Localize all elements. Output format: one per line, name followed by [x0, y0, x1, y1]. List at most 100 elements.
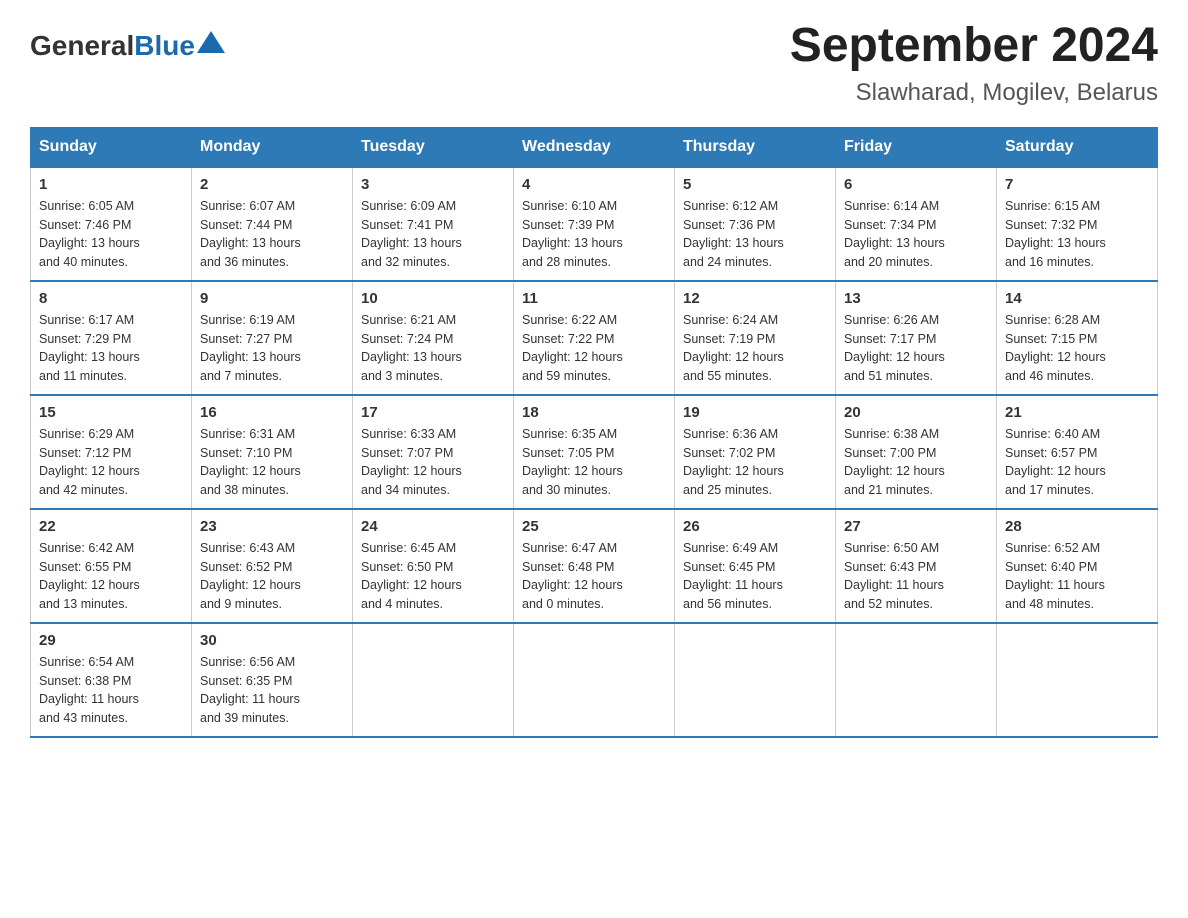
day-number: 14 [1005, 290, 1149, 307]
day-info: Sunrise: 6:28 AM Sunset: 7:15 PM Dayligh… [1005, 311, 1149, 386]
calendar-cell [514, 623, 675, 737]
calendar-cell [997, 623, 1158, 737]
day-number: 6 [844, 176, 988, 193]
calendar-cell: 1Sunrise: 6:05 AM Sunset: 7:46 PM Daylig… [31, 167, 192, 281]
day-info: Sunrise: 6:54 AM Sunset: 6:38 PM Dayligh… [39, 653, 183, 728]
calendar-title: September 2024 [790, 20, 1158, 73]
weekday-header-thursday: Thursday [675, 127, 836, 167]
weekday-header-tuesday: Tuesday [353, 127, 514, 167]
day-number: 10 [361, 290, 505, 307]
day-info: Sunrise: 6:15 AM Sunset: 7:32 PM Dayligh… [1005, 197, 1149, 272]
day-info: Sunrise: 6:50 AM Sunset: 6:43 PM Dayligh… [844, 539, 988, 614]
calendar-cell: 6 Sunrise: 6:14 AM Sunset: 7:34 PM Daylig… [836, 167, 997, 281]
day-info: Sunrise: 6:31 AM Sunset: 7:10 PM Dayligh… [200, 425, 344, 500]
day-number: 28 [1005, 518, 1149, 535]
day-info: Sunrise: 6:19 AM Sunset: 7:27 PM Dayligh… [200, 311, 344, 386]
calendar-cell: 17Sunrise: 6:33 AM Sunset: 7:07 PM Dayli… [353, 395, 514, 509]
day-number: 8 [39, 290, 183, 307]
day-info: Sunrise: 6:14 AM Sunset: 7:34 PM Dayligh… [844, 197, 988, 272]
calendar-cell: 19 Sunrise: 6:36 AM Sunset: 7:02 PM Dayli… [675, 395, 836, 509]
day-number: 16 [200, 404, 344, 421]
calendar-cell: 27 Sunrise: 6:50 AM Sunset: 6:43 PM Dayli… [836, 509, 997, 623]
weekday-header-sunday: Sunday [31, 127, 192, 167]
day-number: 13 [844, 290, 988, 307]
calendar-cell: 13 Sunrise: 6:26 AM Sunset: 7:17 PM Dayli… [836, 281, 997, 395]
day-number: 9 [200, 290, 344, 307]
calendar-cell: 24 Sunrise: 6:45 AM Sunset: 6:50 PM Dayli… [353, 509, 514, 623]
weekday-header-friday: Friday [836, 127, 997, 167]
day-info: Sunrise: 6:49 AM Sunset: 6:45 PM Dayligh… [683, 539, 827, 614]
day-number: 27 [844, 518, 988, 535]
day-number: 1 [39, 176, 183, 193]
weekday-header-wednesday: Wednesday [514, 127, 675, 167]
weekday-header-row: SundayMondayTuesdayWednesdayThursdayFrid… [31, 127, 1158, 167]
calendar-cell: 30Sunrise: 6:56 AM Sunset: 6:35 PM Dayli… [192, 623, 353, 737]
day-number: 24 [361, 518, 505, 535]
day-info: Sunrise: 6:38 AM Sunset: 7:00 PM Dayligh… [844, 425, 988, 500]
calendar-subtitle: Slawharad, Mogilev, Belarus [790, 79, 1158, 107]
calendar-cell: 12 Sunrise: 6:24 AM Sunset: 7:19 PM Dayli… [675, 281, 836, 395]
day-number: 5 [683, 176, 827, 193]
logo-blue: Blue [134, 30, 195, 61]
calendar-cell: 16 Sunrise: 6:31 AM Sunset: 7:10 PM Dayli… [192, 395, 353, 509]
day-info: Sunrise: 6:17 AM Sunset: 7:29 PM Dayligh… [39, 311, 183, 386]
day-number: 2 [200, 176, 344, 193]
calendar-cell: 10Sunrise: 6:21 AM Sunset: 7:24 PM Dayli… [353, 281, 514, 395]
day-number: 22 [39, 518, 183, 535]
day-number: 20 [844, 404, 988, 421]
day-info: Sunrise: 6:26 AM Sunset: 7:17 PM Dayligh… [844, 311, 988, 386]
day-info: Sunrise: 6:09 AM Sunset: 7:41 PM Dayligh… [361, 197, 505, 272]
calendar-cell: 22Sunrise: 6:42 AM Sunset: 6:55 PM Dayli… [31, 509, 192, 623]
day-info: Sunrise: 6:24 AM Sunset: 7:19 PM Dayligh… [683, 311, 827, 386]
day-number: 26 [683, 518, 827, 535]
logo-triangle-icon [197, 31, 225, 53]
calendar-cell: 3 Sunrise: 6:09 AM Sunset: 7:41 PM Daylig… [353, 167, 514, 281]
calendar-cell [353, 623, 514, 737]
calendar-week-row: 29Sunrise: 6:54 AM Sunset: 6:38 PM Dayli… [31, 623, 1158, 737]
day-info: Sunrise: 6:29 AM Sunset: 7:12 PM Dayligh… [39, 425, 183, 500]
calendar-cell: 23 Sunrise: 6:43 AM Sunset: 6:52 PM Dayli… [192, 509, 353, 623]
logo: GeneralBlue [30, 30, 225, 62]
calendar-cell: 14 Sunrise: 6:28 AM Sunset: 7:15 PM Dayli… [997, 281, 1158, 395]
day-info: Sunrise: 6:12 AM Sunset: 7:36 PM Dayligh… [683, 197, 827, 272]
calendar-week-row: 1Sunrise: 6:05 AM Sunset: 7:46 PM Daylig… [31, 167, 1158, 281]
day-info: Sunrise: 6:40 AM Sunset: 6:57 PM Dayligh… [1005, 425, 1149, 500]
day-number: 7 [1005, 176, 1149, 193]
calendar-cell: 25Sunrise: 6:47 AM Sunset: 6:48 PM Dayli… [514, 509, 675, 623]
day-info: Sunrise: 6:52 AM Sunset: 6:40 PM Dayligh… [1005, 539, 1149, 614]
calendar-cell: 21 Sunrise: 6:40 AM Sunset: 6:57 PM Dayli… [997, 395, 1158, 509]
calendar-cell: 2 Sunrise: 6:07 AM Sunset: 7:44 PM Daylig… [192, 167, 353, 281]
day-number: 11 [522, 290, 666, 307]
calendar-cell: 7 Sunrise: 6:15 AM Sunset: 7:32 PM Daylig… [997, 167, 1158, 281]
day-info: Sunrise: 6:35 AM Sunset: 7:05 PM Dayligh… [522, 425, 666, 500]
calendar-cell: 5 Sunrise: 6:12 AM Sunset: 7:36 PM Daylig… [675, 167, 836, 281]
title-area: September 2024 Slawharad, Mogilev, Belar… [790, 20, 1158, 107]
day-info: Sunrise: 6:33 AM Sunset: 7:07 PM Dayligh… [361, 425, 505, 500]
calendar-cell: 9 Sunrise: 6:19 AM Sunset: 7:27 PM Daylig… [192, 281, 353, 395]
calendar-cell: 18 Sunrise: 6:35 AM Sunset: 7:05 PM Dayli… [514, 395, 675, 509]
weekday-header-saturday: Saturday [997, 127, 1158, 167]
calendar-cell: 29Sunrise: 6:54 AM Sunset: 6:38 PM Dayli… [31, 623, 192, 737]
day-info: Sunrise: 6:45 AM Sunset: 6:50 PM Dayligh… [361, 539, 505, 614]
day-number: 3 [361, 176, 505, 193]
logo-text: GeneralBlue [30, 30, 225, 62]
day-info: Sunrise: 6:22 AM Sunset: 7:22 PM Dayligh… [522, 311, 666, 386]
day-number: 12 [683, 290, 827, 307]
day-info: Sunrise: 6:43 AM Sunset: 6:52 PM Dayligh… [200, 539, 344, 614]
day-info: Sunrise: 6:47 AM Sunset: 6:48 PM Dayligh… [522, 539, 666, 614]
calendar-cell: 28 Sunrise: 6:52 AM Sunset: 6:40 PM Dayli… [997, 509, 1158, 623]
day-number: 19 [683, 404, 827, 421]
calendar-cell: 11 Sunrise: 6:22 AM Sunset: 7:22 PM Dayli… [514, 281, 675, 395]
day-info: Sunrise: 6:36 AM Sunset: 7:02 PM Dayligh… [683, 425, 827, 500]
day-number: 21 [1005, 404, 1149, 421]
calendar-cell [675, 623, 836, 737]
day-number: 23 [200, 518, 344, 535]
calendar-cell [836, 623, 997, 737]
calendar-cell: 4Sunrise: 6:10 AM Sunset: 7:39 PM Daylig… [514, 167, 675, 281]
calendar-cell: 8 Sunrise: 6:17 AM Sunset: 7:29 PM Daylig… [31, 281, 192, 395]
day-number: 15 [39, 404, 183, 421]
logo-general: General [30, 30, 134, 61]
day-info: Sunrise: 6:07 AM Sunset: 7:44 PM Dayligh… [200, 197, 344, 272]
calendar-week-row: 8 Sunrise: 6:17 AM Sunset: 7:29 PM Daylig… [31, 281, 1158, 395]
day-number: 18 [522, 404, 666, 421]
